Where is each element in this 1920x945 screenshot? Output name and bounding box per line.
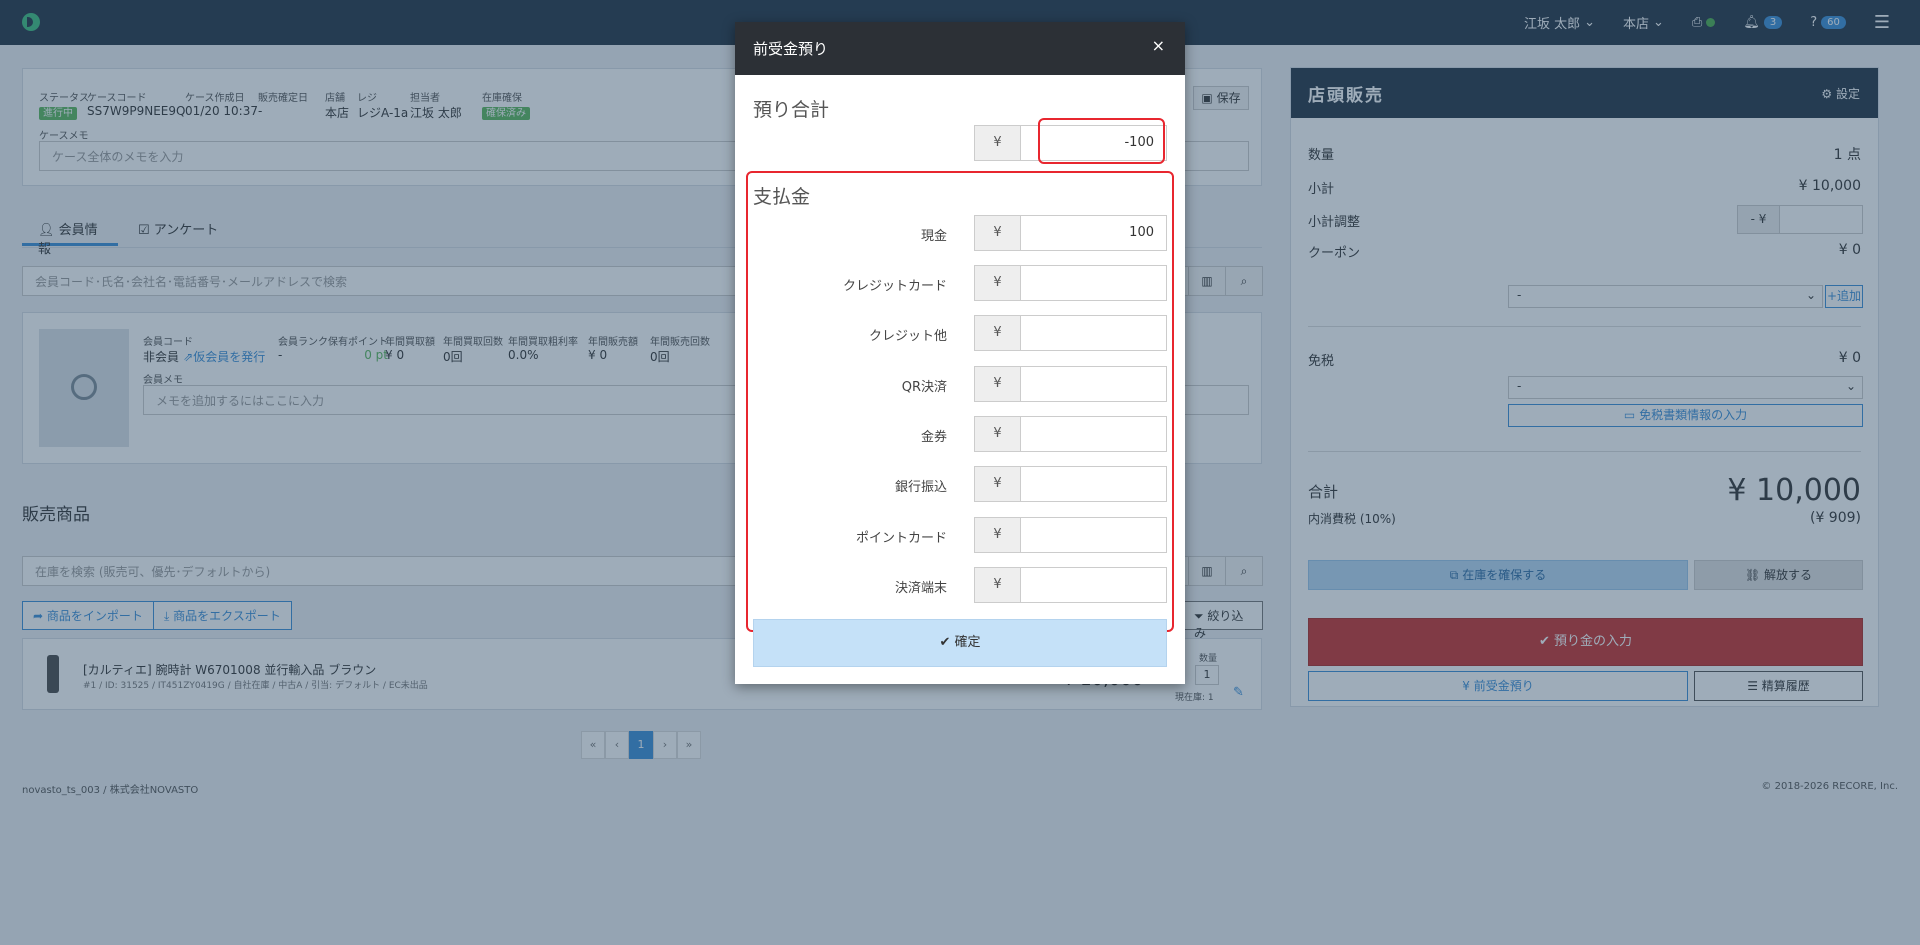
payment-input[interactable] — [1020, 466, 1167, 502]
payment-label: QR決済 — [901, 380, 947, 395]
advance-payment-modal: 前受金預り × 預り合計 ¥ -100 支払金 現金 ¥100 クレジットカード ¥ ク… — [735, 22, 1185, 684]
yen-addon: ¥ — [974, 466, 1021, 502]
check-icon: ✔ — [939, 635, 955, 650]
close-icon[interactable]: × — [1152, 36, 1165, 55]
yen-addon: ¥ — [974, 215, 1021, 251]
payment-label: 金券 — [920, 430, 947, 445]
payment-input[interactable] — [1020, 517, 1167, 553]
yen-addon: ¥ — [974, 567, 1021, 603]
payment-row: ポイントカード ¥ — [735, 517, 1185, 553]
yen-addon: ¥ — [974, 265, 1021, 301]
payment-label: 銀行振込 — [894, 480, 947, 495]
payment-label: 決済端末 — [894, 581, 947, 596]
modal-title: 前受金預り — [753, 40, 829, 58]
payment-input[interactable] — [1020, 567, 1167, 603]
payment-row: 金券 ¥ — [735, 416, 1185, 452]
payment-label: クレジットカード — [842, 279, 947, 294]
payment-row: 決済端末 ¥ — [735, 567, 1185, 603]
payment-input[interactable] — [1020, 366, 1167, 402]
payment-input[interactable] — [1020, 416, 1167, 452]
payment-row: 銀行振込 ¥ — [735, 466, 1185, 502]
payment-input[interactable] — [1020, 315, 1167, 351]
payment-row: QR決済 ¥ — [735, 366, 1185, 402]
yen-addon: ¥ — [974, 125, 1021, 161]
payment-label: ポイントカード — [855, 531, 947, 546]
deposit-total-title: 預り合計 — [753, 99, 830, 121]
yen-addon: ¥ — [974, 315, 1021, 351]
payment-input[interactable]: 100 — [1020, 215, 1167, 251]
payment-row: クレジット他 ¥ — [735, 315, 1185, 351]
modal-header: 前受金預り × — [735, 22, 1185, 75]
yen-addon: ¥ — [974, 416, 1021, 452]
payment-section-title: 支払金 — [753, 186, 811, 208]
highlight-total-box — [1038, 118, 1165, 164]
payment-row: 現金 ¥100 — [735, 215, 1185, 251]
yen-addon: ¥ — [974, 517, 1021, 553]
yen-addon: ¥ — [974, 366, 1021, 402]
confirm-button[interactable]: ✔ 確定 — [753, 619, 1167, 667]
payment-label: クレジット他 — [868, 329, 947, 344]
payment-row: クレジットカード ¥ — [735, 265, 1185, 301]
payment-label: 現金 — [920, 229, 947, 244]
payment-input[interactable] — [1020, 265, 1167, 301]
